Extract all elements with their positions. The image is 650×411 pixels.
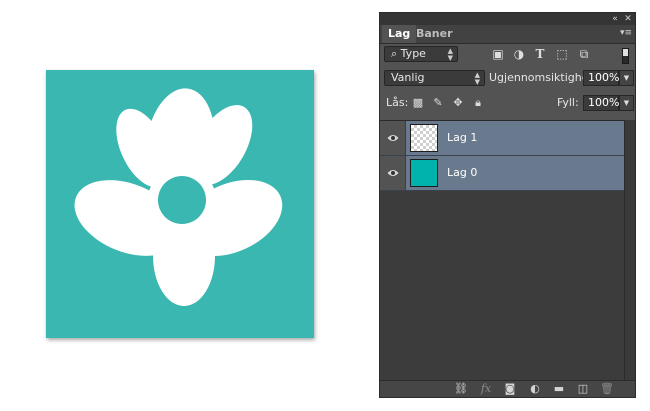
panel-tabs: Lag Baner ▾≡ <box>380 25 635 44</box>
layers-scrollbar[interactable] <box>624 120 635 383</box>
opacity-label: Ugjennomsiktighet: <box>489 71 597 84</box>
opacity-slider-arrow-icon[interactable]: ▼ <box>619 70 634 86</box>
lock-transparent-pixels-icon[interactable]: ▩ <box>411 96 425 110</box>
layer-row-lag-1[interactable]: Lag 1 <box>380 121 625 156</box>
link-layers-icon[interactable]: ⛓ <box>454 382 468 396</box>
layer-row-lag-0[interactable]: Lag 0 <box>380 156 625 191</box>
dropdown-arrows-icon: ▲ ▼ <box>447 47 453 62</box>
lock-label: Lås: <box>386 96 409 109</box>
eye-icon <box>387 135 399 141</box>
adjustment-layer-icon[interactable]: ◐ <box>528 382 542 396</box>
layers-panel: « ✕ Lag Baner ▾≡ ⌕ Type ▲ ▼ ▣ ◑ T ⬚ ⧉ Van… <box>379 12 636 398</box>
layer-thumbnail <box>410 159 438 187</box>
filter-kind-dropdown[interactable]: ⌕ Type ▲ ▼ <box>384 46 458 62</box>
opacity-input[interactable]: 100% <box>583 70 619 86</box>
visibility-toggle[interactable] <box>380 121 406 155</box>
shape-filter-icon[interactable]: ⬚ <box>555 47 569 61</box>
lock-row: Lås: ▩ ✎ ✥ 🔒︎ Fyll: 100% ▼ <box>380 95 635 115</box>
new-layer-icon[interactable]: ◫ <box>576 382 590 396</box>
add-mask-icon[interactable]: ◙ <box>503 382 517 396</box>
dropdown-arrows-icon: ▲ ▼ <box>474 71 480 86</box>
trash-icon[interactable]: 🗑︎ <box>600 382 614 396</box>
layer-thumbnail <box>410 124 438 152</box>
lock-image-pixels-icon[interactable]: ✎ <box>431 96 445 110</box>
layer-name: Lag 1 <box>447 131 478 144</box>
close-icon[interactable]: ✕ <box>622 13 634 25</box>
adjustment-filter-icon[interactable]: ◑ <box>512 47 526 61</box>
filter-kind-label: Type <box>400 47 426 60</box>
blend-row: Vanlig ▲ ▼ Ugjennomsiktighet: 100% ▼ <box>380 70 635 90</box>
visibility-toggle[interactable] <box>380 156 406 190</box>
smart-object-filter-icon[interactable]: ⧉ <box>577 47 591 61</box>
blend-mode-value: Vanlig <box>391 71 425 84</box>
search-icon: ⌕ <box>391 47 398 60</box>
filter-row: ⌕ Type ▲ ▼ ▣ ◑ T ⬚ ⧉ <box>380 46 635 66</box>
filter-toggle-switch[interactable] <box>622 48 629 64</box>
eye-icon <box>387 170 399 176</box>
fx-icon[interactable]: fx <box>479 382 493 396</box>
panel-menu-icon[interactable]: ▾≡ <box>620 27 632 39</box>
layer-name: Lag 0 <box>447 166 478 179</box>
tab-baner[interactable]: Baner <box>410 25 459 43</box>
flower-artwork <box>46 70 314 338</box>
fill-label: Fyll: <box>557 96 579 109</box>
fill-input[interactable]: 100% <box>583 95 619 111</box>
lock-position-icon[interactable]: ✥ <box>451 96 465 110</box>
lock-all-icon[interactable]: 🔒︎ <box>471 96 485 110</box>
flower-center <box>158 176 206 224</box>
panel-bottom-bar: ⛓ fx ◙ ◐ ▬ ◫ 🗑︎ <box>380 380 635 397</box>
image-filter-icon[interactable]: ▣ <box>491 47 505 61</box>
panel-titlebar[interactable]: « ✕ <box>380 13 635 25</box>
blend-mode-dropdown[interactable]: Vanlig ▲ ▼ <box>384 70 485 86</box>
new-group-icon[interactable]: ▬ <box>552 382 566 396</box>
fill-slider-arrow-icon[interactable]: ▼ <box>619 95 634 111</box>
type-filter-icon[interactable]: T <box>533 47 547 61</box>
layers-list: Lag 1 Lag 0 <box>380 120 625 384</box>
double-chevron-left-icon[interactable]: « <box>609 13 621 25</box>
document-canvas[interactable] <box>46 70 314 338</box>
